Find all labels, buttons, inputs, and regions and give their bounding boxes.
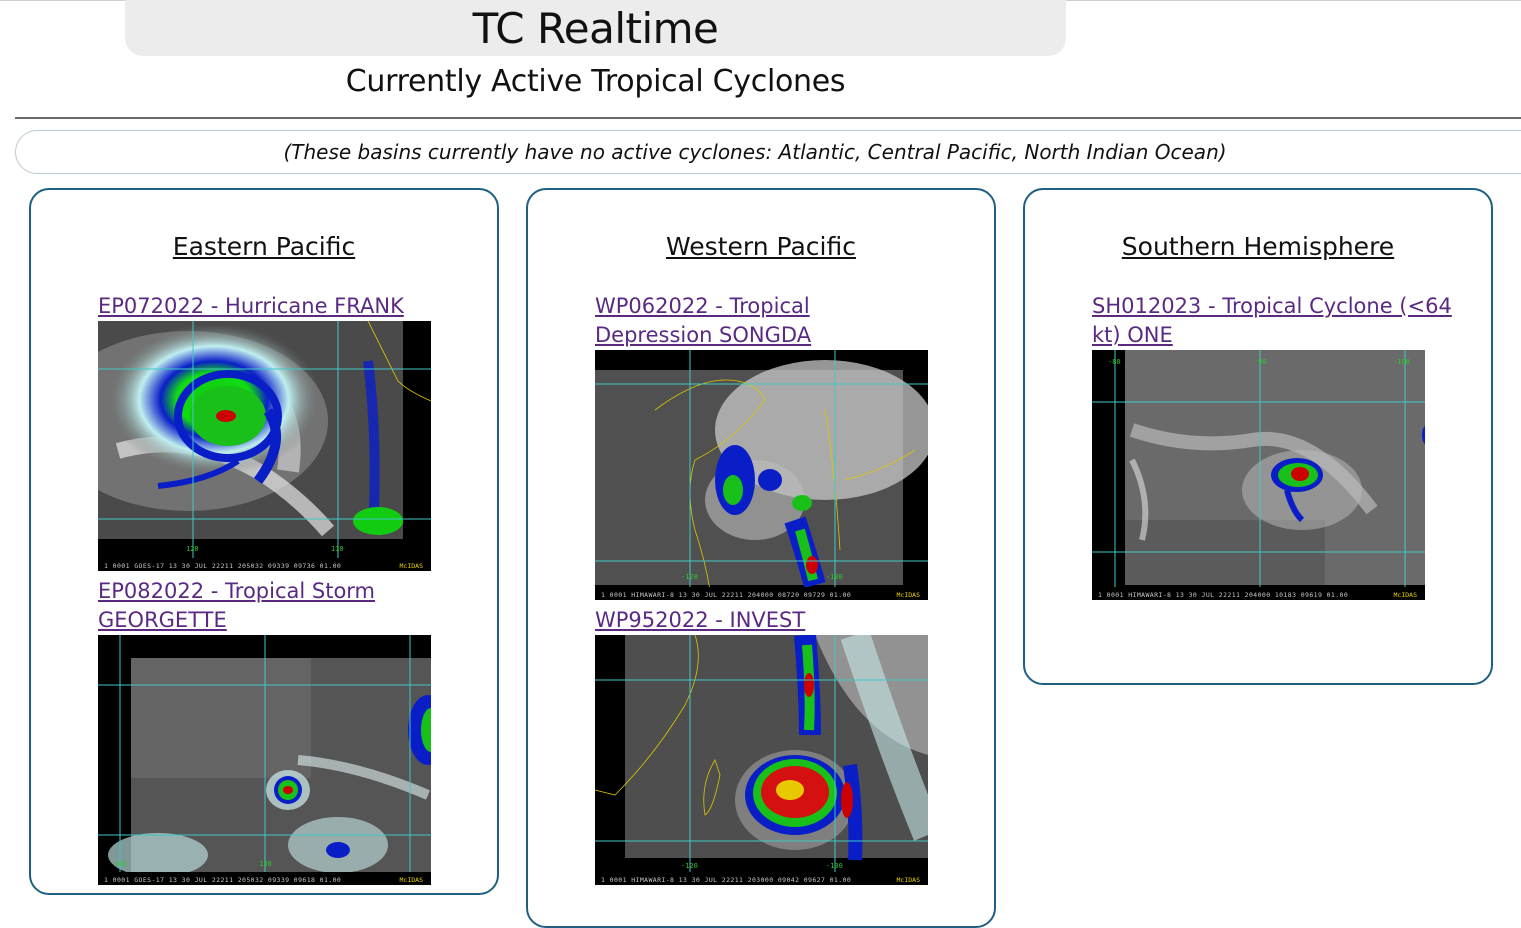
lon-label: -120 [681, 573, 698, 581]
storm-link[interactable]: SH012023 - Tropical Cyclone (<64 kt) ONE [1092, 292, 1462, 350]
lon-label: -130 [826, 862, 843, 870]
storm-link[interactable]: WP952022 - INVEST [595, 606, 975, 635]
satellite-image[interactable]: -120 -130 1 0001 HIMAWARI-8 13 30 JUL 22… [595, 350, 928, 600]
image-brand: McIDAS [1393, 591, 1417, 599]
lat-label: -90 [1254, 358, 1267, 366]
storm-entry: EP072022 - Hurricane FRANK 120 110 1 000… [98, 292, 478, 571]
image-brand: McIDAS [896, 876, 920, 884]
lon-label: -120 [681, 862, 698, 870]
image-brand: McIDAS [399, 562, 423, 570]
lon-label: -130 [826, 573, 843, 581]
lon-label: 120 [186, 545, 199, 553]
image-caption-bar: 1 0001 HIMAWARI-8 13 30 JUL 22211 204000… [1092, 587, 1425, 600]
basin-panel-southern-hemisphere: Southern Hemisphere SH012023 - Tropical … [1023, 188, 1493, 685]
satellite-image[interactable]: 120 110 1 0001 GOES-17 13 30 JUL 22211 2… [98, 321, 431, 571]
satellite-image[interactable]: -120 -130 1 0001 HIMAWARI-8 13 30 JUL 22… [595, 635, 928, 885]
image-caption-bar: 1 0001 GOES-17 13 30 JUL 22211 205032 09… [98, 558, 431, 571]
storm-entry: SH012023 - Tropical Cyclone (<64 kt) ONE… [1092, 292, 1462, 600]
lat-label: -80 [1108, 358, 1121, 366]
lon-label: 110 [331, 545, 344, 553]
storm-link[interactable]: WP062022 - Tropical Depression SONGDA [595, 292, 925, 350]
basin-title: Southern Hemisphere [1121, 232, 1395, 261]
basin-title: Western Pacific [666, 232, 856, 261]
storm-link[interactable]: EP072022 - Hurricane FRANK [98, 292, 478, 321]
storm-entry: EP082022 - Tropical Storm GEORGETTE 140 … [98, 577, 498, 885]
basin-title: Eastern Pacific [172, 232, 356, 261]
satellite-image[interactable]: 140 130 1 0001 GOES-17 13 30 JUL 22211 2… [98, 635, 431, 885]
storm-entry: WP062022 - Tropical Depression SONGDA -1… [595, 292, 928, 600]
image-caption-bar: 1 0001 GOES-17 13 30 JUL 22211 205032 09… [98, 872, 431, 885]
lat-label: -100 [1393, 358, 1410, 366]
image-caption-bar: 1 0001 HIMAWARI-8 13 30 JUL 22211 204000… [595, 587, 928, 600]
basin-panel-eastern-pacific: Eastern Pacific EP072022 - Hurricane FRA… [29, 188, 499, 895]
lon-label: 130 [259, 860, 272, 868]
image-brand: McIDAS [399, 876, 423, 884]
satellite-image[interactable]: -80 -90 -100 1 0001 HIMAWARI-8 13 30 JUL… [1092, 350, 1425, 600]
storm-entry: WP952022 - INVEST -120 -130 1 0001 HIMAW… [595, 606, 975, 885]
page-title: TC Realtime [472, 3, 719, 53]
lon-label: 140 [114, 860, 127, 868]
basin-panel-western-pacific: Western Pacific WP062022 - Tropical Depr… [526, 188, 996, 928]
image-brand: McIDAS [896, 591, 920, 599]
image-caption: 1 0001 HIMAWARI-8 13 30 JUL 22211 204000… [1098, 591, 1349, 599]
header-divider [15, 117, 1521, 119]
image-caption: 1 0001 HIMAWARI-8 13 30 JUL 22211 203000… [601, 876, 852, 884]
image-caption: 1 0001 GOES-17 13 30 JUL 22211 205032 09… [104, 876, 342, 884]
image-caption: 1 0001 GOES-17 13 30 JUL 22211 205032 09… [104, 562, 342, 570]
page-subtitle: Currently Active Tropical Cyclones [345, 64, 846, 99]
inactive-basins-notice: (These basins currently have no active c… [15, 130, 1521, 174]
image-caption-bar: 1 0001 HIMAWARI-8 13 30 JUL 22211 203000… [595, 872, 928, 885]
header-banner: TC Realtime [125, 0, 1066, 56]
storm-link[interactable]: EP082022 - Tropical Storm GEORGETTE [98, 577, 498, 635]
image-caption: 1 0001 HIMAWARI-8 13 30 JUL 22211 204000… [601, 591, 852, 599]
